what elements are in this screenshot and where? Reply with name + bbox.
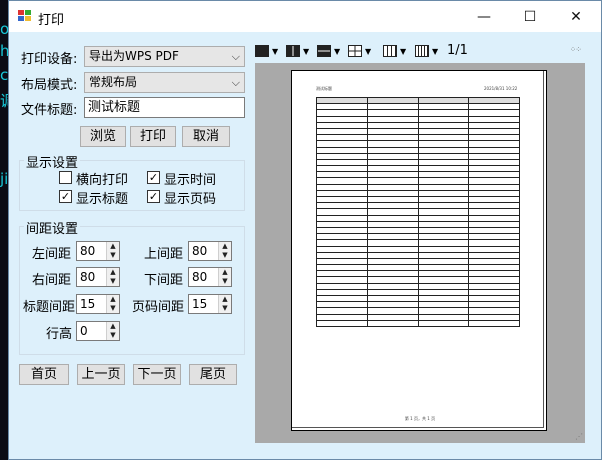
preview-page-footer: 第 1 页，共 1 页 [404,416,436,421]
dropdown-arrow-icon: ▼ [303,46,310,56]
chevron-down-icon: ⌵ [231,76,240,89]
page-gap-label: 页码间距 [132,300,185,315]
title-bar[interactable]: 打印 — ☐ ✕ [9,1,601,32]
right-margin-value: 80 [80,270,96,284]
last-page-button[interactable]: 尾页 [189,364,237,385]
preview-toolbar: ▼ ▼ ▼ ▼ ▼ ▼ 1/1 ⁘⁘ [255,41,585,61]
top-margin-input[interactable]: 80 ▲ ▼ [188,241,232,261]
bottom-margin-label: 下间距 [144,273,184,288]
page-gap-input[interactable]: 15 ▲ ▼ [188,294,232,314]
preview-table-cell [366,319,419,327]
one-page-view-button[interactable]: ▼ [255,43,278,59]
landscape-checkbox[interactable] [59,171,72,184]
layout-select-value: 常规布局 [89,75,138,89]
display-settings-label: 显示设置 [24,152,81,171]
print-dialog-window: 打印 — ☐ ✕ 打印设备: 导出为WPS PDF ⌵ 布局模式: 常规布局 ⌵… [8,0,602,460]
spacing-settings-label: 间距设置 [24,218,81,237]
one-page-icon [255,45,269,57]
grid-six-icon [383,45,397,57]
left-margin-value: 80 [80,244,96,258]
show-time-label: 显示时间 [164,173,217,188]
page-gap-value: 15 [192,297,208,311]
horizontal-pages-icon [317,45,331,57]
dropdown-arrow-icon: ▼ [334,46,341,56]
maximize-button[interactable]: ☐ [507,1,553,32]
dropdown-arrow-icon: ▼ [272,46,279,56]
spin-arrows-icon[interactable]: ▲ ▼ [218,242,231,260]
four-page-view-button[interactable]: ▼ [348,43,371,59]
spin-arrows-icon[interactable]: ▲ ▼ [218,268,231,286]
row-height-input[interactable]: 0 ▲ ▼ [76,321,120,341]
top-margin-label: 上间距 [144,247,184,262]
preview-table-cell [468,319,520,327]
title-gap-label: 标题间距 [23,300,76,315]
device-select[interactable]: 导出为WPS PDF ⌵ [84,46,245,67]
show-title-label: 显示标题 [76,192,129,207]
browse-button[interactable]: 浏览 [80,126,126,147]
bottom-margin-value: 80 [192,270,208,284]
grid-four-icon [348,45,362,57]
app-icon [18,10,32,22]
dropdown-arrow-icon: ▼ [365,46,372,56]
spin-arrows-icon[interactable]: ▲ ▼ [106,322,119,340]
resize-grip-icon[interactable]: ⋰ [575,432,583,441]
spin-arrows-icon[interactable]: ▲ ▼ [106,268,119,286]
print-button[interactable]: 打印 [130,126,176,147]
page-count: 1/1 [447,43,468,58]
device-label: 打印设备: [21,52,78,67]
row-height-value: 0 [80,324,88,338]
right-margin-label: 右间距 [32,273,72,288]
preview-table-cell [417,319,470,327]
spin-arrows-icon[interactable]: ▲ ▼ [218,295,231,313]
title-gap-value: 15 [80,297,96,311]
multi-page-view-button[interactable]: ▼ [415,43,438,59]
preview-page-time: 2021/8/31 10:22 [484,86,518,91]
layout-select[interactable]: 常规布局 ⌵ [84,72,245,93]
preview-page: 测试标题 2021/8/31 10:22 第 1 页，共 1 页 [291,70,547,431]
first-page-button[interactable]: 首页 [19,364,69,385]
six-page-view-button[interactable]: ▼ [383,43,406,59]
minimize-button[interactable]: — [461,1,507,32]
background-glyph: c [0,66,9,84]
title-gap-input[interactable]: 15 ▲ ▼ [76,294,120,314]
dropdown-arrow-icon: ▼ [400,46,407,56]
print-preview-area[interactable]: 测试标题 2021/8/31 10:22 第 1 页，共 1 页 ⋰ [255,63,585,443]
show-time-checkbox[interactable]: ✓ [147,171,160,184]
toolbar-grip-icon[interactable]: ⁘⁘ [570,45,582,54]
bottom-margin-input[interactable]: 80 ▲ ▼ [188,267,232,287]
right-margin-input[interactable]: 80 ▲ ▼ [76,267,120,287]
show-page-label: 显示页码 [164,192,217,207]
show-page-checkbox[interactable]: ✓ [147,190,160,203]
row-height-label: 行高 [46,327,73,342]
left-margin-input[interactable]: 80 ▲ ▼ [76,241,120,261]
doc-title-input[interactable]: 测试标题 [84,97,245,118]
landscape-label: 横向打印 [76,173,129,188]
preview-table-cell [316,319,368,327]
two-page-icon [286,45,300,57]
next-page-button[interactable]: 下一页 [133,364,181,385]
layout-label: 布局模式: [21,78,78,93]
grid-many-icon [415,45,429,57]
top-margin-value: 80 [192,244,208,258]
spin-arrows-icon[interactable]: ▲ ▼ [106,295,119,313]
prev-page-button[interactable]: 上一页 [77,364,125,385]
device-select-value: 导出为WPS PDF [89,49,179,63]
preview-page-title: 测试标题 [316,86,332,91]
preview-table-row [316,319,520,327]
cancel-button[interactable]: 取消 [182,126,230,147]
chevron-down-icon: ⌵ [231,50,240,63]
close-button[interactable]: ✕ [553,1,599,32]
horizontal-view-button[interactable]: ▼ [317,43,340,59]
dropdown-arrow-icon: ▼ [432,46,439,56]
preview-data-table [316,96,520,327]
left-margin-label: 左间距 [32,247,72,262]
spin-arrows-icon[interactable]: ▲ ▼ [106,242,119,260]
two-page-view-button[interactable]: ▼ [286,43,309,59]
window-title: 打印 [38,13,65,28]
doc-title-label: 文件标题: [21,103,78,118]
show-title-checkbox[interactable]: ✓ [59,190,72,203]
